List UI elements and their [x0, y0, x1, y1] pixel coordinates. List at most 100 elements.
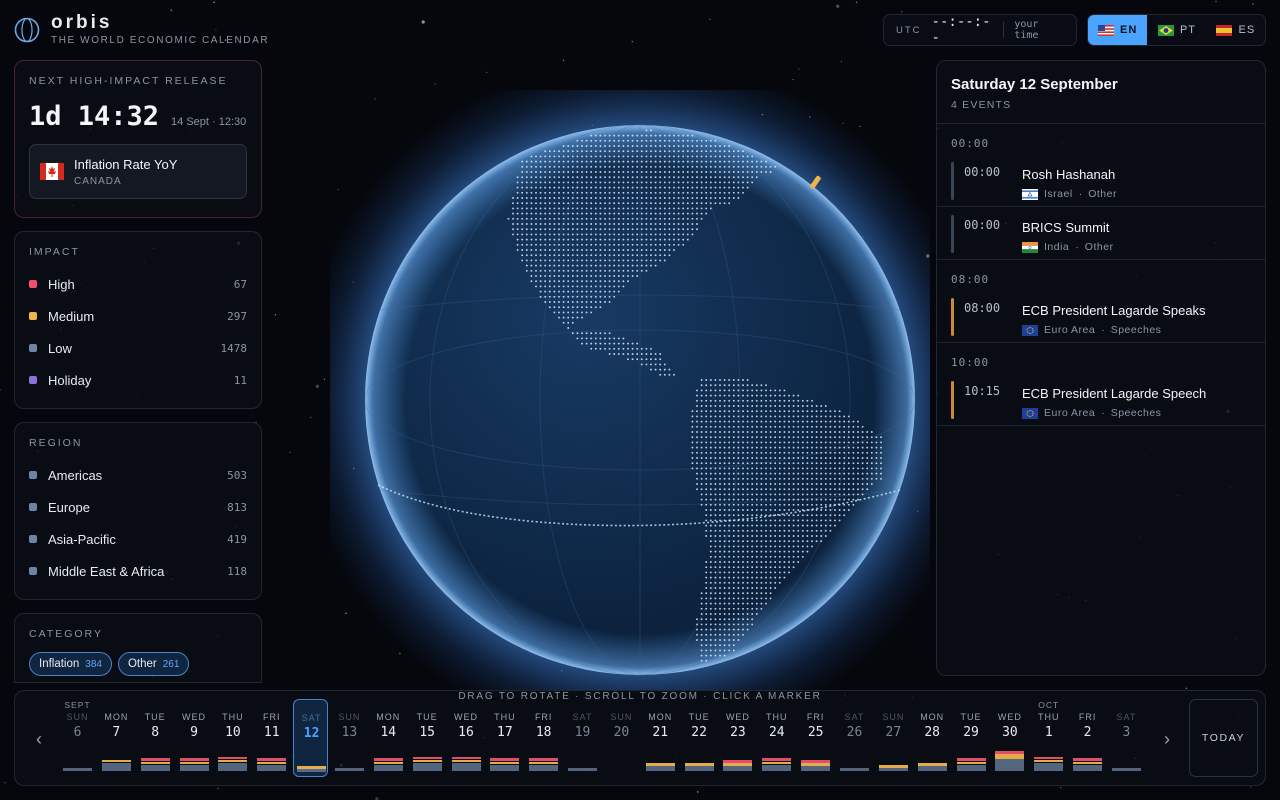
category-filter-panel: CATEGORY Inflation 384 Other 261: [14, 613, 262, 683]
timeline-day-14[interactable]: MON 14: [371, 699, 406, 777]
day-number: 19: [574, 725, 591, 740]
region-filter-middle-east-africa[interactable]: Middle East & Africa 118: [29, 555, 247, 587]
timeline-day-17[interactable]: THU 17: [487, 699, 522, 777]
timeline-day-2[interactable]: FRI 2: [1070, 699, 1105, 777]
chip-label: Inflation: [39, 658, 80, 670]
category-chip-other[interactable]: Other 261: [117, 652, 190, 676]
event-row[interactable]: 08:00 ECB President Lagarde Speaks Euro Ar…: [937, 290, 1265, 343]
region-filter-americas[interactable]: Americas 503: [29, 459, 247, 491]
medium-impact-bar: [917, 763, 947, 766]
event-meta: India · Other: [1022, 241, 1114, 253]
timeline-day-11[interactable]: FRI 11: [254, 699, 289, 777]
day-of-week: TUE: [144, 712, 166, 722]
region-filter-europe[interactable]: Europe 813: [29, 491, 247, 523]
impact-title: IMPACT: [29, 246, 80, 258]
star: [840, 60, 843, 62]
region-filter-count: 813: [227, 500, 247, 514]
lang-button-es[interactable]: ES: [1207, 15, 1265, 45]
star: [697, 791, 699, 793]
day-of-week: FRI: [263, 712, 281, 722]
star: [289, 451, 291, 454]
timeline-day-22[interactable]: TUE 22: [682, 699, 717, 777]
star: [836, 4, 840, 8]
timeline-day-10[interactable]: THU 10: [215, 699, 250, 777]
day-number: 23: [730, 725, 746, 740]
timeline-day-27[interactable]: SUN 27: [876, 699, 911, 777]
event-row[interactable]: 00:00 BRICS Summit India · Other: [937, 207, 1265, 260]
low-impact-bar: [1034, 762, 1064, 771]
legend-swatch: [29, 280, 37, 288]
timeline-day-23[interactable]: WED 23: [720, 699, 755, 777]
region-filter-asia-pacific[interactable]: Asia-Pacific 419: [29, 523, 247, 555]
next-release-title: NEXT HIGH-IMPACT RELEASE: [29, 75, 228, 87]
legend-swatch: [29, 376, 37, 384]
day-of-week: SUN: [338, 712, 361, 722]
day-number: 14: [380, 725, 397, 740]
event-meta: Euro Area · Speeches: [1022, 407, 1161, 419]
low-impact-bar: [917, 766, 947, 771]
region-filter-label: Asia-Pacific: [48, 531, 116, 547]
impact-filter-low[interactable]: Low 1478: [29, 332, 247, 364]
timeline-prev-button[interactable]: ‹: [25, 721, 53, 757]
lang-button-en[interactable]: EN: [1088, 15, 1148, 45]
countdown: 1d 14:32: [29, 101, 160, 132]
timeline-day-24[interactable]: THU 24: [759, 699, 794, 777]
today-button[interactable]: TODAY: [1189, 699, 1258, 777]
timeline-next-button[interactable]: ›: [1153, 721, 1181, 757]
category-chip-inflation[interactable]: Inflation 384: [29, 652, 112, 676]
low-impact-bar: [956, 764, 986, 771]
timeline-day-15[interactable]: TUE 15: [410, 699, 445, 777]
timeline-day-25[interactable]: FRI 25: [798, 699, 833, 777]
medium-impact-bar: [1034, 759, 1064, 763]
timeline-day-26[interactable]: SAT 26: [837, 699, 872, 777]
impact-filter-medium[interactable]: Medium 297: [29, 300, 247, 332]
brand[interactable]: orbis THE WORLD ECONOMIC CALENDAR: [14, 13, 269, 46]
star: [310, 416, 312, 419]
event-row[interactable]: 10:15 ECB President Lagarde Speech Euro Ar…: [937, 373, 1265, 426]
legend-swatch: [29, 503, 37, 511]
timeline-day-12[interactable]: SAT 12: [293, 699, 329, 777]
event-time: 10:15: [964, 384, 1001, 398]
clock-widget: UTC --:--:-- your time: [883, 14, 1077, 46]
timeline-day-30[interactable]: WED 30: [992, 699, 1027, 777]
timeline-day-19[interactable]: SAT 19: [565, 699, 600, 777]
timeline-day-28[interactable]: MON 28: [915, 699, 950, 777]
timeline-day-7[interactable]: MON 7: [99, 699, 134, 777]
legend-swatch: [29, 312, 37, 320]
day-number: 28: [924, 725, 941, 740]
timeline-day-16[interactable]: WED 16: [449, 699, 484, 777]
timeline-day-9[interactable]: WED 9: [177, 699, 212, 777]
day-of-week: SAT: [572, 712, 593, 722]
day-of-week: FRI: [806, 712, 825, 722]
event-meta: Euro Area · Speeches: [1022, 324, 1161, 336]
day-number: 13: [341, 725, 358, 740]
lang-button-pt[interactable]: PT: [1147, 15, 1206, 45]
impact-filter-holiday[interactable]: Holiday 11: [29, 364, 247, 396]
high-impact-bar: [490, 758, 520, 761]
day-number: 3: [1122, 725, 1131, 740]
globe[interactable]: [330, 90, 930, 690]
timeline-day-21[interactable]: MON 21: [643, 699, 678, 777]
timeline-day-3[interactable]: SAT 3: [1109, 699, 1144, 777]
timeline-day-29[interactable]: TUE 29: [954, 699, 989, 777]
impact-filter-high[interactable]: High 67: [29, 268, 247, 300]
day-of-week: TUE: [688, 712, 710, 722]
low-impact-bar: [684, 766, 714, 771]
day-of-week: WED: [182, 712, 207, 722]
timeline-day-18[interactable]: FRI 18: [526, 699, 561, 777]
medium-impact-bar: [451, 759, 481, 763]
timeline-day-8[interactable]: TUE 8: [138, 699, 173, 777]
timeline-day-20[interactable]: SUN 20: [604, 699, 639, 777]
timeline-day-1[interactable]: OCT THU 1: [1031, 699, 1066, 777]
low-impact-bar: [529, 764, 559, 771]
impact-filter-label: Low: [48, 340, 72, 356]
time-group-label: 00:00: [951, 137, 990, 150]
impact-bar: [951, 381, 954, 419]
timeline-day-13[interactable]: SUN 13: [332, 699, 367, 777]
day-number: 16: [458, 725, 474, 740]
medium-impact-bar: [1073, 761, 1103, 764]
time-group-label: 10:00: [951, 356, 990, 369]
timeline-day-6[interactable]: SEPT SUN 6: [60, 699, 95, 777]
event-row[interactable]: 00:00 Rosh Hashanah Israel · Other: [937, 154, 1265, 207]
next-release-card[interactable]: Inflation Rate YoY CANADA: [29, 144, 247, 199]
